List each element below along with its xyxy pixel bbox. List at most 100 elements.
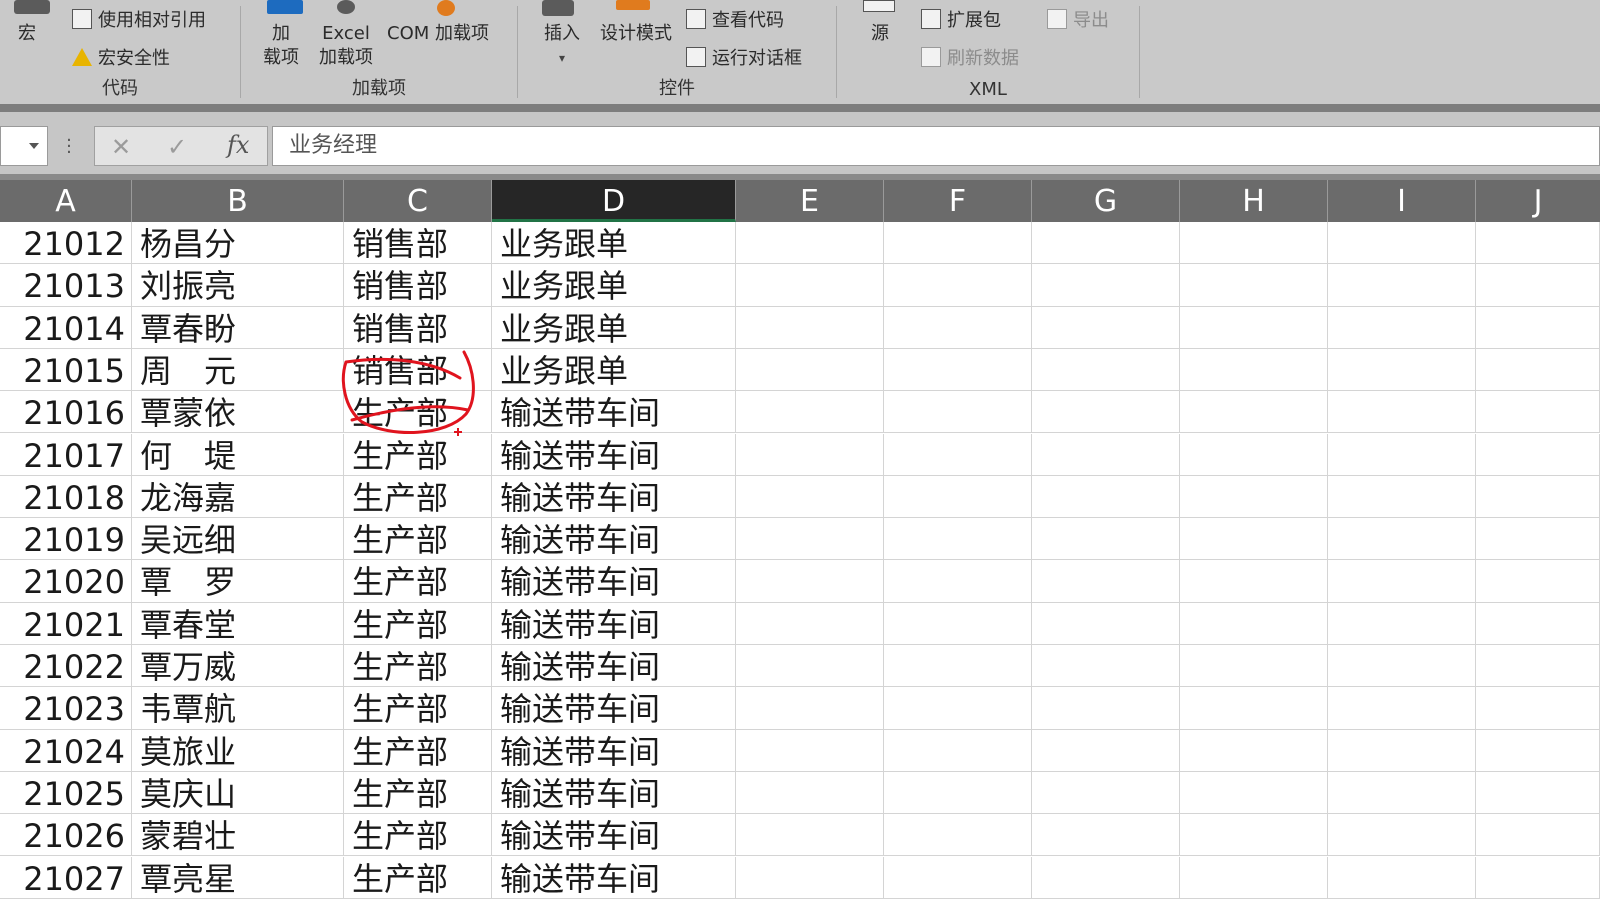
cell-f[interactable] bbox=[884, 306, 1032, 349]
view-code-button[interactable]: 查看代码 bbox=[686, 6, 784, 32]
cell-f[interactable] bbox=[884, 814, 1032, 857]
cell-a[interactable]: 21020 bbox=[0, 560, 132, 603]
cell-j[interactable] bbox=[1476, 856, 1600, 899]
cell-a[interactable]: 21026 bbox=[0, 814, 132, 857]
cell-i[interactable] bbox=[1328, 475, 1476, 518]
cell-a[interactable]: 21012 bbox=[0, 222, 132, 264]
cell-h[interactable] bbox=[1180, 560, 1328, 603]
cell-e[interactable] bbox=[736, 391, 884, 434]
more-options-icon[interactable]: · · · bbox=[62, 132, 76, 162]
cell-i[interactable] bbox=[1328, 306, 1476, 349]
cell-e[interactable] bbox=[736, 222, 884, 264]
cell-f[interactable] bbox=[884, 222, 1032, 264]
formula-input[interactable]: 业务经理 bbox=[272, 126, 1600, 166]
cell-f[interactable] bbox=[884, 729, 1032, 772]
cell-g[interactable] bbox=[1032, 433, 1180, 476]
cell-a[interactable]: 21024 bbox=[0, 729, 132, 772]
cell-i[interactable] bbox=[1328, 560, 1476, 603]
cell-c[interactable]: 生产部 bbox=[344, 433, 492, 476]
cell-j[interactable] bbox=[1476, 771, 1600, 814]
cell-j[interactable] bbox=[1476, 814, 1600, 857]
cell-b[interactable]: 刘振亮 bbox=[132, 264, 344, 307]
cell-c[interactable]: 生产部 bbox=[344, 729, 492, 772]
cell-b[interactable]: 蒙碧壮 bbox=[132, 814, 344, 857]
cell-i[interactable] bbox=[1328, 518, 1476, 561]
cell-a[interactable]: 21014 bbox=[0, 306, 132, 349]
cell-e[interactable] bbox=[736, 348, 884, 391]
cell-b[interactable]: 覃 罗 bbox=[132, 560, 344, 603]
column-header-g[interactable]: G bbox=[1032, 180, 1180, 222]
cell-i[interactable] bbox=[1328, 814, 1476, 857]
excel-addins-button[interactable]: Excel 加载项 bbox=[319, 22, 373, 70]
export-button[interactable]: 导出 bbox=[1047, 6, 1109, 32]
cell-b[interactable]: 杨昌分 bbox=[132, 222, 344, 264]
cell-d[interactable]: 输送带车间 bbox=[492, 645, 736, 687]
cell-h[interactable] bbox=[1180, 475, 1328, 518]
run-dialog-button[interactable]: 运行对话框 bbox=[686, 44, 802, 70]
cell-i[interactable] bbox=[1328, 645, 1476, 687]
cell-i[interactable] bbox=[1328, 222, 1476, 264]
cell-b[interactable]: 韦覃航 bbox=[132, 687, 344, 730]
cell-e[interactable] bbox=[736, 264, 884, 307]
cell-i[interactable] bbox=[1328, 856, 1476, 899]
cell-c[interactable]: 销售部 bbox=[344, 264, 492, 307]
cell-f[interactable] bbox=[884, 348, 1032, 391]
cell-a[interactable]: 21018 bbox=[0, 475, 132, 518]
cell-a[interactable]: 21015 bbox=[0, 348, 132, 391]
cell-e[interactable] bbox=[736, 687, 884, 730]
cell-b[interactable]: 覃春堂 bbox=[132, 602, 344, 645]
cell-d[interactable]: 输送带车间 bbox=[492, 687, 736, 730]
cell-c[interactable]: 销售部 bbox=[344, 222, 492, 264]
refresh-data-button[interactable]: 刷新数据 bbox=[921, 44, 1019, 70]
cell-b[interactable]: 覃亮星 bbox=[132, 856, 344, 899]
cell-j[interactable] bbox=[1476, 348, 1600, 391]
cell-d[interactable]: 输送带车间 bbox=[492, 433, 736, 476]
enter-icon[interactable]: ✓ bbox=[167, 133, 187, 161]
expansion-packs-button[interactable]: 扩展包 bbox=[921, 6, 1001, 32]
cell-e[interactable] bbox=[736, 306, 884, 349]
cell-d[interactable]: 输送带车间 bbox=[492, 475, 736, 518]
cell-j[interactable] bbox=[1476, 602, 1600, 645]
cell-a[interactable]: 21019 bbox=[0, 518, 132, 561]
insert-button[interactable]: 插入 ▾ bbox=[544, 22, 580, 70]
spreadsheet-grid[interactable]: 21012 杨昌分 销售部 业务跟单 21013 刘振亮 销售部 业务跟单 21014 覃春盼 销售… bbox=[0, 222, 1600, 900]
cell-j[interactable] bbox=[1476, 475, 1600, 518]
column-header-h[interactable]: H bbox=[1180, 180, 1328, 222]
cell-h[interactable] bbox=[1180, 433, 1328, 476]
cell-i[interactable] bbox=[1328, 348, 1476, 391]
cell-a[interactable]: 21021 bbox=[0, 602, 132, 645]
cell-j[interactable] bbox=[1476, 264, 1600, 307]
cell-d[interactable]: 输送带车间 bbox=[492, 856, 736, 899]
cell-f[interactable] bbox=[884, 602, 1032, 645]
cell-d[interactable]: 输送带车间 bbox=[492, 771, 736, 814]
cell-f[interactable] bbox=[884, 645, 1032, 687]
cell-c[interactable]: 生产部 bbox=[344, 475, 492, 518]
macros-button[interactable]: 宏 bbox=[18, 22, 36, 46]
cell-b[interactable]: 何 堤 bbox=[132, 433, 344, 476]
cell-g[interactable] bbox=[1032, 729, 1180, 772]
cell-e[interactable] bbox=[736, 602, 884, 645]
cell-c[interactable]: 生产部 bbox=[344, 645, 492, 687]
column-header-i[interactable]: I bbox=[1328, 180, 1476, 222]
cell-i[interactable] bbox=[1328, 391, 1476, 434]
column-header-a[interactable]: A bbox=[0, 180, 132, 222]
cell-f[interactable] bbox=[884, 687, 1032, 730]
cell-j[interactable] bbox=[1476, 433, 1600, 476]
cell-h[interactable] bbox=[1180, 645, 1328, 687]
cell-e[interactable] bbox=[736, 645, 884, 687]
cell-d[interactable]: 输送带车间 bbox=[492, 814, 736, 857]
cancel-icon[interactable]: ✕ bbox=[111, 133, 131, 161]
cell-e[interactable] bbox=[736, 729, 884, 772]
cell-c[interactable]: 生产部 bbox=[344, 814, 492, 857]
chevron-down-icon[interactable] bbox=[29, 143, 39, 149]
cell-a[interactable]: 21013 bbox=[0, 264, 132, 307]
cell-j[interactable] bbox=[1476, 687, 1600, 730]
cell-i[interactable] bbox=[1328, 602, 1476, 645]
cell-g[interactable] bbox=[1032, 856, 1180, 899]
cell-a[interactable]: 21025 bbox=[0, 771, 132, 814]
cell-g[interactable] bbox=[1032, 348, 1180, 391]
cell-f[interactable] bbox=[884, 475, 1032, 518]
cell-e[interactable] bbox=[736, 771, 884, 814]
cell-a[interactable]: 21027 bbox=[0, 856, 132, 899]
cell-h[interactable] bbox=[1180, 771, 1328, 814]
